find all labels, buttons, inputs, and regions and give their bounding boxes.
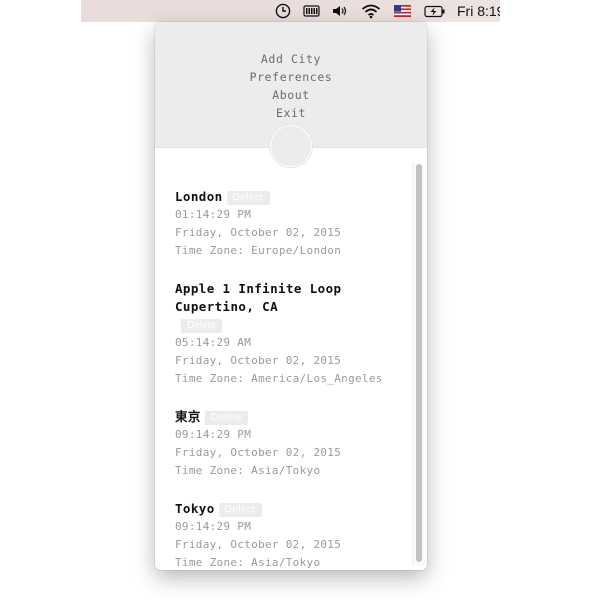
city-timezone: Time Zone: Asia/Tokyo — [175, 556, 321, 569]
city-time: 05:14:29 AM — [175, 336, 252, 349]
city-timezone: Time Zone: Asia/Tokyo — [175, 464, 321, 477]
city-date: Friday, October 02, 2015 — [175, 226, 342, 239]
menu-bar: Fri 8:19 — [81, 0, 500, 22]
city-entry-london: London Delete 01:14:29 PM Friday, October… — [175, 188, 410, 260]
preferences-menu-item[interactable]: Preferences — [155, 68, 427, 86]
city-date: Friday, October 02, 2015 — [175, 446, 342, 459]
delete-button[interactable]: Delete — [218, 503, 262, 517]
scrollbar-thumb[interactable] — [416, 164, 422, 562]
volume-icon[interactable] — [330, 0, 350, 22]
world-clock-popover: Add City Preferences About Exit London De… — [155, 22, 427, 570]
menu-toggle-button[interactable] — [270, 125, 312, 167]
city-timezone: Time Zone: America/Los_Angeles — [175, 372, 383, 385]
clock-icon[interactable] — [273, 0, 293, 22]
about-menu-item[interactable]: About — [155, 86, 427, 104]
city-timezone: Time Zone: Europe/London — [175, 244, 342, 257]
city-name: Tokyo — [175, 501, 215, 516]
city-name-row: Tokyo Delete — [175, 500, 410, 518]
city-time: 09:14:29 PM — [175, 520, 252, 533]
delete-row: Delete — [175, 316, 410, 334]
menu-list: Add City Preferences About Exit — [155, 50, 427, 122]
city-name-line2: Cupertino, CA — [175, 299, 279, 314]
city-name: 東京 — [175, 409, 201, 424]
delete-button[interactable]: Delete — [204, 411, 249, 425]
city-time: 09:14:29 PM — [175, 428, 252, 441]
battery-meter-icon[interactable] — [302, 0, 322, 22]
city-entry-cupertino: Apple 1 Infinite Loop Cupertino, CA Dele… — [175, 280, 410, 388]
city-name-row: London Delete — [175, 188, 410, 206]
city-name-line1: Apple 1 Infinite Loop — [175, 281, 342, 296]
menubar-clock-text: Fri 8:19 — [457, 3, 500, 19]
us-flag-icon[interactable] — [392, 0, 412, 22]
city-name: London — [175, 189, 223, 204]
city-list: London Delete 01:14:29 PM Friday, October… — [155, 148, 427, 570]
menubar-clock[interactable]: Fri 8:19 — [457, 0, 500, 22]
wifi-icon[interactable] — [360, 0, 382, 22]
city-entry-tokyo-kanji: 東京 Delete 09:14:29 PM Friday, October 02,… — [175, 408, 410, 480]
desktop: Fri 8:19 Add City Preferences About Exit… — [0, 0, 600, 600]
battery-charging-icon[interactable] — [423, 0, 447, 22]
exit-menu-item[interactable]: Exit — [155, 104, 427, 122]
city-date: Friday, October 02, 2015 — [175, 538, 342, 551]
city-date: Friday, October 02, 2015 — [175, 354, 342, 367]
city-name-row: 東京 Delete — [175, 408, 410, 426]
delete-button[interactable]: Delete — [181, 319, 222, 333]
add-city-menu-item[interactable]: Add City — [155, 50, 427, 68]
city-time: 01:14:29 PM — [175, 208, 252, 221]
delete-button[interactable]: Delete — [226, 191, 270, 205]
city-entry-tokyo: Tokyo Delete 09:14:29 PM Friday, October … — [175, 500, 410, 570]
vertical-scrollbar[interactable] — [412, 162, 424, 566]
